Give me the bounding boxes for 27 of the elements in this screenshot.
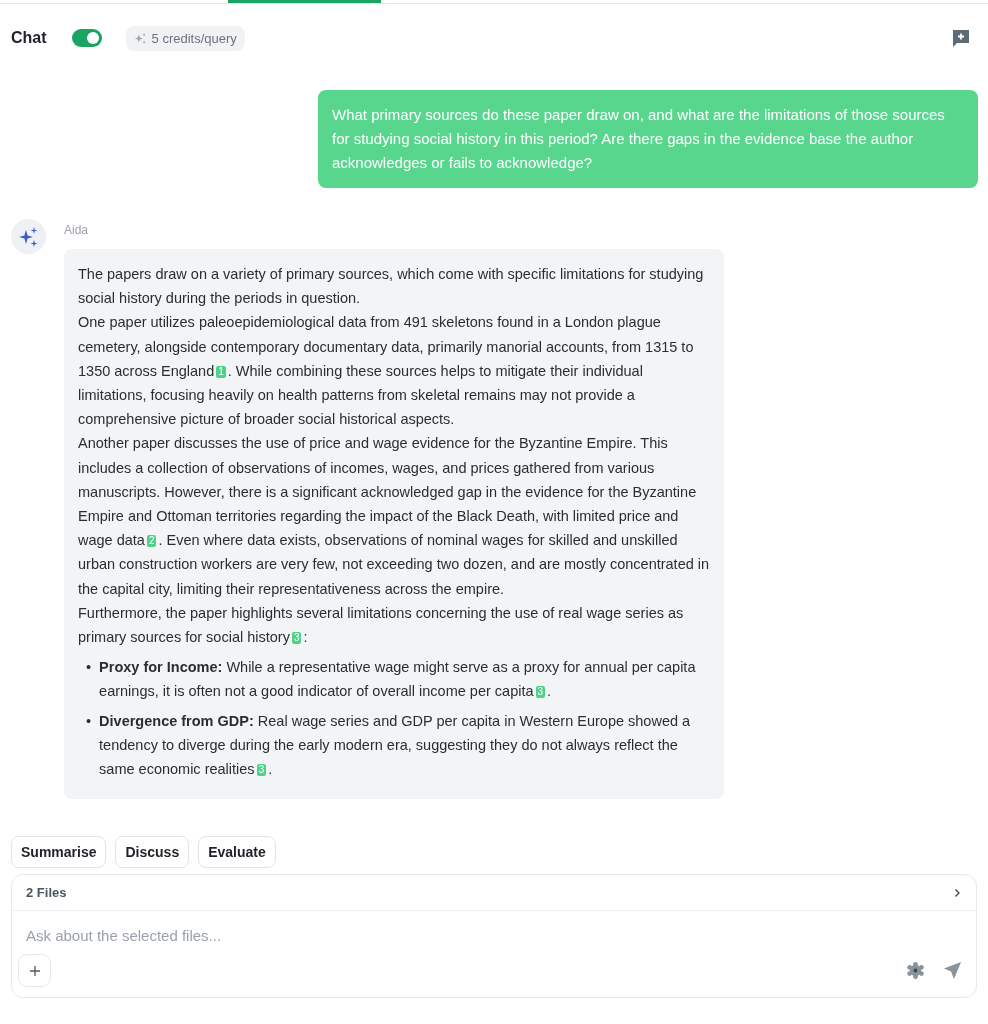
action-button[interactable]: Discuss	[115, 836, 190, 868]
credits-badge: 5 credits/query	[125, 25, 245, 51]
bullet-marker: •	[86, 711, 92, 731]
sparkle-icon	[133, 31, 147, 45]
assistant-avatar	[11, 219, 46, 254]
chevron-right-icon[interactable]	[952, 887, 962, 898]
plus-icon	[28, 964, 41, 977]
assistant-name: Aida	[64, 223, 89, 237]
user-message: What primary sources do these paper draw on, and what are the limitations of those sources for studying social history in this period? Are there gaps in the evidence base the author acknowledges or fails to acknowledge?	[318, 90, 978, 188]
bullet-item: Divergence from GDP: Real wage series and GDP per capita in Western Europe showed a tendency to diverge during the early modern era, suggesting they do not always reflect the same economic realities 3 .	[99, 711, 692, 780]
answer-paragraph: One paper utilizes paleoepidemiological data from 491 skeletons found in a London plague cemetery, alongside contemporary documentary data, primarily manorial accounts, from 1315 to 1350 across England 1 . While combining these sources helps to mitigate their individual limitations, focusing heavily on health patterns from skeletal remains may not provide a comprehensive picture of broader social historical aspects.	[78, 313, 695, 430]
message-input[interactable]: Ask about the selected files...	[12, 911, 976, 954]
settings-icon[interactable]	[906, 961, 925, 980]
message-composer[interactable]: 2 Files Ask about the selected files...	[11, 874, 977, 998]
bullet-item: Proxy for Income: While a representative wage might serve as a proxy for annual per capita earnings, it is often not a good indicator of overall income per capita 3 .	[99, 658, 697, 702]
answer-paragraph: The papers draw on a variety of primary sources, which come with specific limitations for studying social history during the periods in question.	[78, 265, 705, 309]
chat-toggle[interactable]	[71, 29, 102, 47]
answer-paragraph: Another paper discusses the use of price and wage evidence for the Byzantine Empire. This includes a collection of observations of incomes, wages, and prices gathered from various manuscripts. However, there is a significant acknowledged gap in the evidence for the Byzantine Empire and Ottoman territories regarding the impact of the Black Death, with limited price and wage data 2 . Even where data exists, observations of nominal wages for skilled and unskilled urban construction workers are very few, not exceeding two dozen, and are mostly concentrated in the capital city, limiting their representativeness across the empire.	[78, 434, 710, 599]
action-button[interactable]: Evaluate	[198, 836, 276, 868]
send-icon[interactable]	[943, 961, 962, 980]
chat-title: Chat	[11, 29, 47, 47]
files-label[interactable]: 2 Files	[26, 885, 67, 900]
answer-paragraph: Furthermore, the paper highlights several limitations concerning the use of real wage series as primary sources for social history 3 :	[78, 603, 685, 648]
bullet-marker: •	[86, 658, 92, 678]
attach-button[interactable]	[18, 954, 51, 987]
action-button[interactable]: Summarise	[11, 836, 107, 868]
new-chat-icon[interactable]	[951, 28, 971, 48]
